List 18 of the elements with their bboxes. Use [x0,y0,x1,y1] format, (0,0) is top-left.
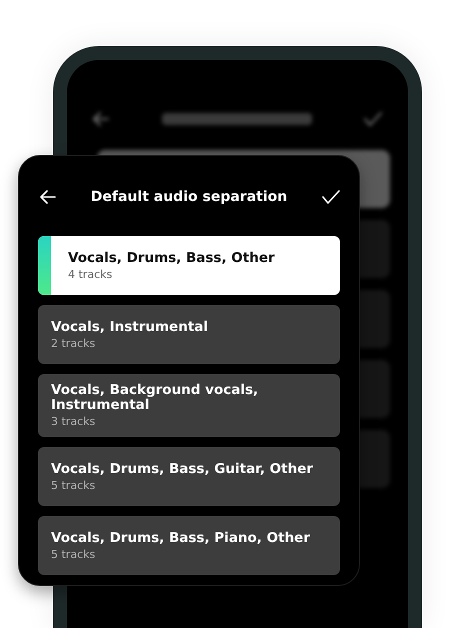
option-title: Vocals, Drums, Bass, Other [68,250,275,266]
option-title: Vocals, Background vocals, Instrumental [51,383,260,413]
option-subtitle: 5 tracks [51,548,96,560]
option-card[interactable]: Vocals, Drums, Bass, Guitar, Other 5 tracks [38,447,340,506]
option-subtitle: 3 tracks [51,415,96,428]
option-card[interactable]: Vocals, Drums, Bass, Piano, Other 5 tracks [38,516,340,575]
option-subtitle: 5 tracks [51,478,96,492]
option-title: Vocals, Drums, Bass, Guitar, Other [51,462,314,476]
selection-indicator [38,236,51,295]
dialog-title: Default audio separation [90,188,288,204]
option-subtitle: 4 tracks [68,268,114,280]
option-card[interactable]: Vocals, Background vocals, Instrumental 3 tracks [38,374,340,437]
checkmark-icon[interactable] [364,112,382,126]
option-title: Vocals, Drums, Bass, Piano, Other [51,530,310,546]
option-card[interactable]: Vocals, Instrumental 2 tracks [38,305,340,364]
option-card[interactable]: Vocals, Drums, Bass, Other 4 tracks [38,236,340,295]
option-subtitle: 2 tracks [51,336,96,350]
option-title: Vocals, Instrumental [51,320,208,334]
